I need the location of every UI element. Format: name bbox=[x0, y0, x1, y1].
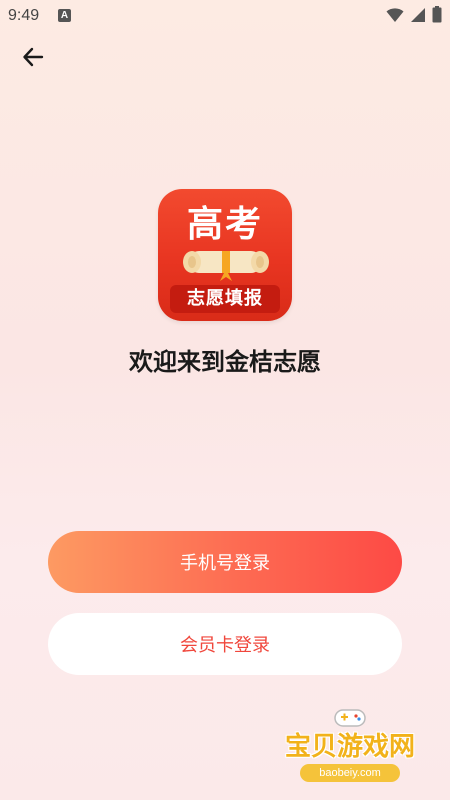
watermark-title: 宝贝游戏网 bbox=[284, 732, 415, 762]
watermark-url: baobeiy.com bbox=[300, 764, 400, 782]
status-time: 9:49 bbox=[8, 7, 40, 24]
signal-icon bbox=[411, 7, 425, 22]
logo-title: 高考 bbox=[186, 203, 263, 245]
card-login-button[interactable]: 会员卡登录 bbox=[48, 613, 402, 675]
logo-band: 志愿填报 bbox=[170, 285, 280, 313]
arrow-left-icon bbox=[23, 47, 44, 67]
battery-icon bbox=[432, 6, 442, 23]
status-icons bbox=[386, 6, 442, 23]
watermark: 宝贝游戏网 baobeiy.com bbox=[275, 708, 425, 793]
app-logo: 高考 志愿填报 bbox=[158, 189, 292, 321]
back-button[interactable] bbox=[18, 42, 48, 72]
wifi-icon bbox=[386, 7, 404, 22]
welcome-title: 欢迎来到金桔志愿 bbox=[129, 348, 321, 376]
gamepad-icon bbox=[334, 709, 366, 727]
notification-icon: A bbox=[58, 9, 71, 22]
phone-login-button[interactable]: 手机号登录 bbox=[48, 531, 402, 593]
scroll-icon bbox=[183, 251, 269, 281]
status-bar: 9:49 A bbox=[0, 0, 450, 32]
